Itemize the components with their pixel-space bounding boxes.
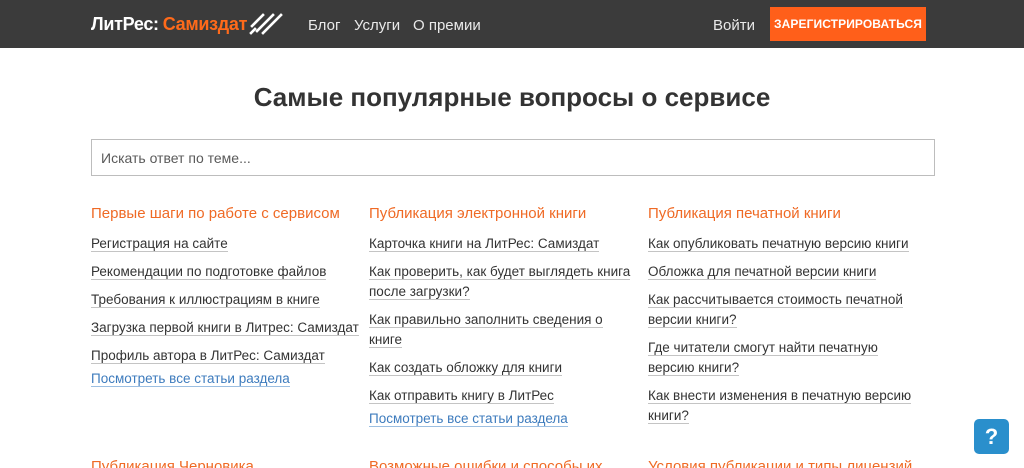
more-container: Посмотреть все статьи раздела — [369, 409, 639, 429]
list-item: Как опубликовать печатную версию книги — [648, 234, 926, 254]
faq-link[interactable]: Как опубликовать печатную версию книги — [648, 236, 909, 252]
faq-link[interactable]: Как правильно заполнить сведения о книге — [369, 312, 603, 348]
faq-list: Карточка книги на ЛитРес: Самиздат Как п… — [369, 234, 639, 406]
list-item: Как рассчитывается стоимость печатной ве… — [648, 290, 926, 330]
section-title-drafts[interactable]: Публикация Черновика — [91, 458, 254, 468]
section-title-errors[interactable]: Возможные ошибки и способы их — [369, 458, 603, 468]
faq-link[interactable]: Требования к иллюстрациям в книге — [91, 292, 320, 308]
more-container: Посмотреть все статьи раздела — [91, 369, 371, 389]
list-item: Как создать обложку для книги — [369, 358, 639, 378]
list-item: Карточка книги на ЛитРес: Самиздат — [369, 234, 639, 254]
list-item: Как проверить, как будет выглядеть книга… — [369, 262, 639, 302]
faq-link[interactable]: Как внести изменения в печатную версию к… — [648, 388, 912, 424]
list-item: Как правильно заполнить сведения о книге — [369, 310, 639, 350]
section-title[interactable]: Первые шаги по работе с сервисом — [91, 205, 371, 234]
faq-link[interactable]: Как проверить, как будет выглядеть книга… — [369, 264, 631, 300]
list-item: Профиль автора в ЛитРес: Самиздат — [91, 346, 371, 366]
list-item: Регистрация на сайте — [91, 234, 371, 254]
login-link[interactable]: Войти — [713, 17, 755, 34]
section-title-licenses[interactable]: Условия публикации и типы лицензий — [648, 458, 912, 468]
list-item: Как отправить книгу в ЛитРес — [369, 386, 639, 406]
section-title[interactable]: Публикация электронной книги — [369, 205, 639, 234]
nav-services[interactable]: Услуги — [354, 17, 400, 34]
search-input[interactable] — [91, 139, 935, 176]
logo-text-litres: ЛитРес: — [91, 13, 159, 34]
nav-about-award[interactable]: О премии — [413, 17, 481, 34]
faq-link[interactable]: Обложка для печатной версии книги — [648, 264, 877, 280]
faq-section-print-book: Публикация печатной книги Как опубликова… — [648, 205, 926, 434]
faq-section-ebook: Публикация электронной книги Карточка кн… — [369, 205, 639, 429]
register-button[interactable]: ЗАРЕГИСТРИРОВАТЬСЯ — [770, 7, 926, 41]
see-all-link[interactable]: Посмотреть все статьи раздела — [91, 371, 290, 387]
logo-text-samizdat: Самиздат — [162, 13, 248, 34]
faq-link[interactable]: Профиль автора в ЛитРес: Самиздат — [91, 348, 325, 364]
faq-section-first-steps: Первые шаги по работе с сервисом Регистр… — [91, 205, 371, 389]
question-mark-icon: ? — [984, 423, 999, 449]
see-all-link[interactable]: Посмотреть все статьи раздела — [369, 411, 568, 427]
page-title: Самые популярные вопросы о сервисе — [253, 82, 771, 112]
faq-link[interactable]: Загрузка первой книги в Литрес: Самиздат — [91, 320, 359, 336]
nav-blog[interactable]: Блог — [308, 17, 340, 34]
faq-link[interactable]: Рекомендации по подготовке файлов — [91, 264, 327, 280]
list-item: Где читатели смогут найти печатную верси… — [648, 338, 926, 378]
logo[interactable]: ЛитРес: Самиздат — [91, 13, 283, 35]
list-item: Требования к иллюстрациям в книге — [91, 290, 371, 310]
list-item: Обложка для печатной версии книги — [648, 262, 926, 282]
faq-link[interactable]: Регистрация на сайте — [91, 236, 228, 252]
faq-link[interactable]: Как отправить книгу в ЛитРес — [369, 388, 554, 404]
logo-slash-icon — [249, 13, 283, 35]
list-item: Загрузка первой книги в Литрес: Самиздат — [91, 318, 371, 338]
help-button[interactable]: ? — [974, 419, 1009, 454]
top-header: ЛитРес: Самиздат Блог Услуги О премии Во… — [0, 0, 1024, 48]
list-item: Рекомендации по подготовке файлов — [91, 262, 371, 282]
faq-list: Регистрация на сайте Рекомендации по под… — [91, 234, 371, 366]
list-item: Как внести изменения в печатную версию к… — [648, 386, 926, 426]
faq-link[interactable]: Как рассчитывается стоимость печатной ве… — [648, 292, 903, 328]
faq-link[interactable]: Где читатели смогут найти печатную верси… — [648, 340, 878, 376]
section-title[interactable]: Публикация печатной книги — [648, 205, 926, 234]
faq-link[interactable]: Как создать обложку для книги — [369, 360, 563, 376]
faq-list: Как опубликовать печатную версию книги О… — [648, 234, 926, 426]
faq-link[interactable]: Карточка книги на ЛитРес: Самиздат — [369, 236, 600, 252]
